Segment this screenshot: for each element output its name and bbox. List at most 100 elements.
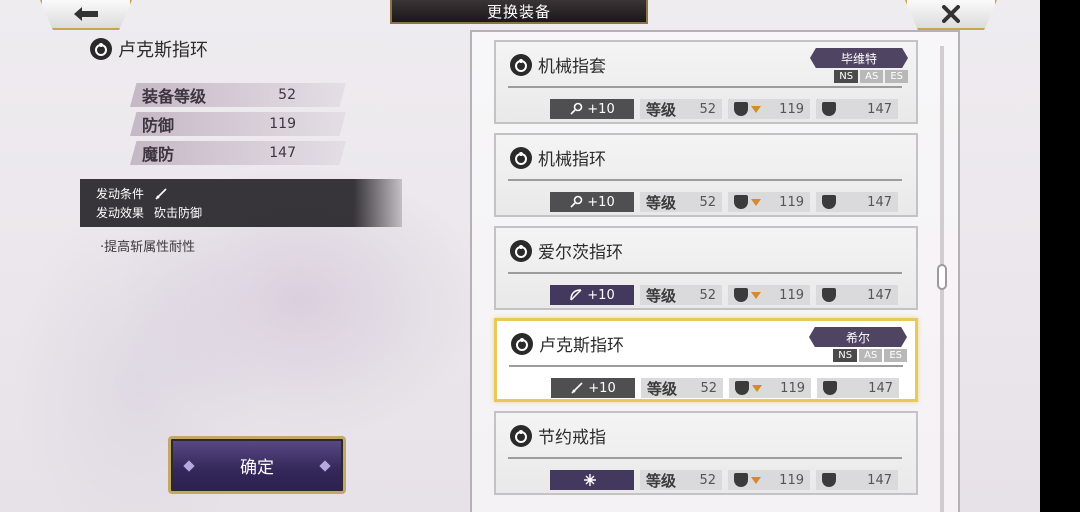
divider (508, 86, 902, 88)
mdef-chip: 147 (817, 378, 899, 398)
close-button[interactable] (905, 0, 997, 30)
def-chip: 119 (728, 470, 810, 490)
card-name: 爱尔茨指环 (538, 243, 623, 263)
down-arrow-icon (751, 105, 761, 113)
mdef-shield-icon (822, 102, 836, 116)
ring-icon (510, 239, 532, 262)
decor-diamond (319, 460, 331, 472)
down-arrow-icon (751, 198, 761, 206)
tag: NS (833, 349, 858, 362)
condition-label: 发动条件 (96, 187, 145, 201)
stat-label: 防御 (142, 116, 175, 135)
equipment-card-selected[interactable]: 卢克斯指环 希尔 NS AS ES +10 等级 52 119 147 (494, 318, 918, 402)
stat-label: 装备等级 (142, 87, 207, 106)
ring-icon (511, 332, 533, 355)
detail-name: 卢克斯指环 (118, 40, 208, 61)
mdef-chip: 147 (816, 470, 898, 490)
divider (508, 272, 902, 274)
level-chip: 等级 52 (640, 285, 722, 305)
page-title: 更换装备 (390, 0, 648, 24)
refine-badge (550, 470, 634, 490)
equipment-card[interactable]: 爱尔茨指环 +10 等级 52 119 147 (494, 226, 918, 310)
equipment-card[interactable]: 机械指环 +10 等级 52 119 147 (494, 133, 918, 217)
stat-row-level: 装备等级 52 (130, 83, 346, 107)
confirm-label: 确定 (240, 457, 274, 478)
tag: AS (859, 349, 883, 362)
stat-label: 魔防 (142, 145, 175, 164)
def-shield-icon (734, 473, 748, 487)
effect-value: 砍击防御 (154, 206, 203, 220)
def-value: 119 (780, 380, 805, 396)
mdef-shield-icon (822, 195, 836, 209)
mdef-value: 147 (868, 380, 893, 396)
refine-value: +10 (587, 287, 615, 303)
mdef-value: 147 (867, 101, 892, 117)
level-label: 等级 (646, 471, 677, 490)
back-button[interactable] (40, 0, 132, 30)
refine-value: +10 (587, 194, 615, 210)
def-value: 119 (779, 287, 804, 303)
card-name: 机械指套 (538, 57, 606, 77)
mace-icon (570, 102, 583, 115)
down-arrow-icon (752, 384, 762, 392)
effect-label: 发动效果 (96, 206, 145, 220)
mace-icon (570, 195, 583, 208)
def-chip: 119 (728, 192, 810, 212)
scrollbar-thumb[interactable] (937, 264, 947, 290)
level-label: 等级 (646, 286, 677, 305)
decor-diamond (183, 460, 195, 472)
down-arrow-icon (751, 291, 761, 299)
def-chip: 119 (728, 99, 810, 119)
mdef-shield-icon (823, 381, 837, 395)
owner-badge: 毕维特 (810, 48, 908, 68)
back-arrow-icon (74, 7, 98, 21)
tag: ES (884, 349, 907, 362)
ring-icon (510, 53, 532, 76)
mdef-chip: 147 (816, 99, 898, 119)
refine-value: +10 (587, 101, 615, 117)
equipment-card[interactable]: 节约戒指 等级 52 119 147 (494, 411, 918, 495)
screen-edge (1040, 0, 1080, 512)
def-shield-icon (734, 195, 748, 209)
def-value: 119 (779, 472, 804, 488)
effect-description: ·提高斩属性耐性 (100, 240, 196, 255)
equipment-card[interactable]: 机械指套 毕维特 NS AS ES +10 等级 52 119 147 (494, 40, 918, 124)
def-value: 119 (779, 194, 804, 210)
affinity-tags: NS AS ES (833, 349, 907, 362)
stat-value: 147 (269, 145, 296, 161)
level-label: 等级 (646, 100, 677, 119)
divider (509, 365, 903, 367)
level-value: 52 (699, 194, 716, 210)
level-chip: 等级 52 (640, 470, 722, 490)
level-label: 等级 (646, 193, 677, 212)
mdef-shield-icon (822, 288, 836, 302)
refine-value: +10 (588, 380, 616, 396)
mdef-value: 147 (867, 194, 892, 210)
spark-icon (584, 474, 596, 486)
level-value: 52 (699, 287, 716, 303)
def-chip: 119 (729, 378, 811, 398)
down-arrow-icon (751, 476, 761, 484)
card-name: 节约戒指 (538, 428, 606, 448)
stat-value: 119 (269, 116, 296, 132)
refine-badge: +10 (550, 99, 634, 119)
card-name: 机械指环 (538, 150, 606, 170)
effect-box: 发动条件 发动效果 砍击防御 (80, 179, 402, 227)
ring-icon (510, 146, 532, 169)
confirm-button[interactable]: 确定 (168, 436, 346, 494)
level-label: 等级 (647, 379, 678, 398)
level-chip: 等级 52 (641, 378, 723, 398)
level-chip: 等级 52 (640, 99, 722, 119)
stat-value: 52 (278, 87, 296, 103)
ring-icon (90, 38, 112, 60)
mdef-value: 147 (867, 287, 892, 303)
tag: AS (860, 70, 884, 83)
detail-title: 卢克斯指环 (90, 36, 208, 62)
level-value: 52 (699, 101, 716, 117)
tag: NS (834, 70, 859, 83)
mdef-shield-icon (822, 473, 836, 487)
owner-badge: 希尔 (809, 327, 907, 347)
def-shield-icon (734, 288, 748, 302)
mdef-chip: 147 (816, 285, 898, 305)
def-value: 119 (779, 101, 804, 117)
